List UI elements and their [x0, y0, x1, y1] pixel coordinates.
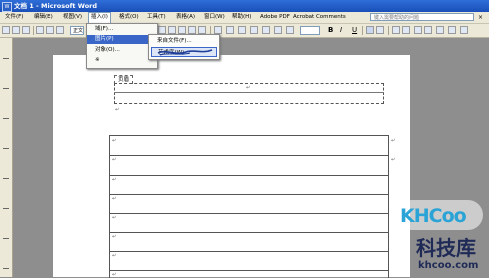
increase-indent-icon[interactable]: [424, 26, 432, 34]
submenu-from-file[interactable]: 来自文件(F)...: [151, 36, 217, 46]
columns-icon[interactable]: [168, 26, 176, 34]
toolbar-separator: [33, 26, 34, 35]
cell-mark: ↵: [112, 215, 117, 221]
document-table[interactable]: ↵ ↵ ↵ ↵ ↵ ↵ ↵ ↵ ↵ ↵: [109, 135, 395, 278]
cell-mark: ↵: [112, 177, 117, 183]
table-row-border: [110, 213, 388, 214]
submenu-item-label: 来自文件(F)...: [157, 38, 192, 44]
menu-item-label: 图片(P): [95, 36, 114, 42]
watermark-url: khcoo.com: [418, 260, 479, 271]
help-search-input[interactable]: 键入需要帮助的问题: [370, 13, 474, 21]
zoom-icon[interactable]: [214, 26, 222, 34]
annotation-scribble: [157, 49, 213, 56]
bullets-icon[interactable]: [402, 26, 410, 34]
insert-menu-picture[interactable]: 图片(P)▶: [87, 35, 157, 44]
menu-adobe-pdf[interactable]: Adobe PDF: [258, 13, 292, 22]
insert-table-icon[interactable]: [286, 26, 294, 34]
close-document-icon[interactable]: ×: [478, 13, 483, 22]
preview-icon[interactable]: [46, 26, 54, 34]
paragraph-mark: ↵: [246, 85, 251, 91]
toolbar: 正文 B I U: [0, 24, 489, 38]
ruler-mark: [3, 268, 9, 269]
title-bar: W 文档 1 - Microsoft Word: [0, 0, 489, 12]
font-size-combo[interactable]: [300, 26, 320, 35]
ruler-mark: [3, 58, 9, 59]
save-icon[interactable]: [22, 26, 30, 34]
highlight-icon[interactable]: [448, 26, 456, 34]
word-icon[interactable]: W: [2, 2, 12, 12]
menu-format[interactable]: 格式(O): [117, 13, 141, 22]
vertical-ruler[interactable]: [0, 38, 13, 277]
watermark-name: 科技库: [416, 236, 476, 260]
ruler-mark: [3, 208, 9, 209]
style-combo[interactable]: 正文: [70, 26, 84, 35]
cell-mark: ↵: [112, 196, 117, 202]
watermark-logo: KHCoo: [400, 205, 467, 227]
bold-button[interactable]: B: [328, 25, 333, 35]
redo-icon[interactable]: [250, 26, 258, 34]
align-center-icon[interactable]: [376, 26, 384, 34]
menu-edit[interactable]: 编辑(E): [32, 13, 55, 22]
ruler-mark: [3, 238, 9, 239]
decrease-indent-icon[interactable]: [414, 26, 422, 34]
new-document-icon[interactable]: [2, 26, 10, 34]
border-icon[interactable]: [436, 26, 444, 34]
ruler-mark: [3, 178, 9, 179]
menu-window[interactable]: 窗口(W): [202, 13, 227, 22]
menu-item-label: 域(F)...: [95, 26, 114, 32]
menu-acrobat-comments[interactable]: Acrobat Comments: [291, 13, 348, 22]
show-hide-icon[interactable]: [198, 26, 206, 34]
underline-button[interactable]: U: [352, 25, 357, 35]
font-color-icon[interactable]: [460, 26, 468, 34]
insert-menu-object[interactable]: 对象(O)...: [87, 46, 157, 55]
window-title: 文档 1 - Microsoft Word: [14, 2, 98, 10]
paragraph-mark: ↵: [115, 107, 120, 113]
table-icon[interactable]: [158, 26, 166, 34]
print-icon[interactable]: [36, 26, 44, 34]
menu-help[interactable]: 帮助(H): [230, 13, 253, 22]
help-icon[interactable]: [226, 26, 234, 34]
table-row-border: [110, 232, 388, 233]
ruler-mark: [3, 118, 9, 119]
ruler-mark: [3, 148, 9, 149]
menu-item-label: 对象(O)...: [95, 47, 120, 53]
table-row-border: [110, 251, 388, 252]
numbering-icon[interactable]: [392, 26, 400, 34]
drawing-icon[interactable]: [178, 26, 186, 34]
table-row-border: [110, 175, 388, 176]
tables-borders-icon[interactable]: [274, 26, 282, 34]
row-end-mark: ↵: [391, 157, 396, 163]
toolbar-separator: [362, 26, 363, 35]
align-left-icon[interactable]: [366, 26, 374, 34]
table-row-border: [110, 194, 388, 195]
italic-button[interactable]: I: [340, 25, 342, 35]
cell-mark: ↵: [112, 253, 117, 259]
toolbar-separator: [388, 26, 389, 35]
menu-bar: 文件(F) 编辑(E) 视图(V) 插入(I) 格式(O) 工具(T) 表格(A…: [0, 12, 489, 24]
menu-tools[interactable]: 工具(T): [145, 13, 168, 22]
menu-view[interactable]: 视图(V): [61, 13, 84, 22]
insert-menu-field[interactable]: 域(F)...: [87, 25, 157, 34]
menu-insert[interactable]: 插入(I): [88, 12, 111, 23]
hyperlink-icon[interactable]: [262, 26, 270, 34]
table-row-border: [110, 270, 388, 271]
open-icon[interactable]: [12, 26, 20, 34]
header-rule: [114, 92, 384, 93]
insert-menu-expand[interactable]: ※: [87, 56, 157, 65]
table-row-border: [110, 155, 388, 156]
cell-mark: ↵: [112, 157, 117, 163]
cell-mark: ↵: [112, 138, 117, 144]
cell-mark: ↵: [112, 272, 117, 278]
doc-map-icon[interactable]: [188, 26, 196, 34]
ruler-mark: [3, 88, 9, 89]
menu-item-label: ※: [95, 57, 100, 63]
undo-icon[interactable]: [238, 26, 246, 34]
cell-mark: ↵: [112, 234, 117, 240]
menu-file[interactable]: 文件(F): [3, 13, 25, 22]
row-end-mark: ↵: [391, 138, 396, 144]
spelling-icon[interactable]: [56, 26, 64, 34]
menu-table[interactable]: 表格(A): [174, 13, 197, 22]
